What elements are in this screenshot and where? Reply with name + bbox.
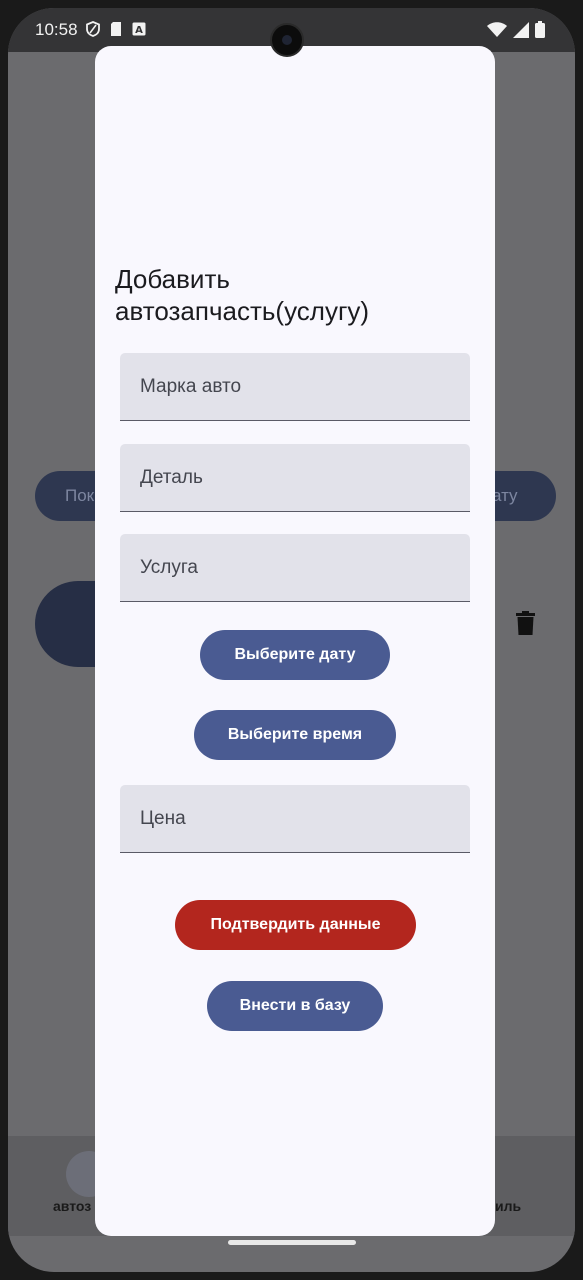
gesture-nav-bar[interactable] — [228, 1240, 356, 1245]
sd-card-icon — [111, 22, 121, 36]
svg-text:A: A — [135, 25, 143, 36]
status-time: 10:58 — [35, 20, 78, 39]
service-input[interactable] — [120, 534, 470, 601]
background-left-button-label: Пок — [65, 486, 95, 505]
part-field[interactable] — [120, 444, 470, 512]
dialog-title: Добавить автозапчасть(услугу) — [115, 264, 370, 326]
font-icon: A — [132, 22, 146, 36]
choose-time-button[interactable]: Выберите время — [194, 710, 396, 760]
status-icons-right — [487, 21, 545, 38]
wifi-icon — [487, 21, 507, 37]
phone-screen: 10:58 A Пок ату автоз иль Добавить автоз… — [8, 8, 575, 1272]
car-brand-field[interactable] — [120, 353, 470, 421]
background-right-button-label: ату — [492, 486, 518, 505]
service-field[interactable] — [120, 534, 470, 602]
add-to-database-button[interactable]: Внести в базу — [207, 981, 383, 1031]
price-input[interactable] — [120, 785, 470, 852]
signal-icon — [513, 21, 529, 38]
car-brand-input[interactable] — [120, 353, 470, 420]
battery-icon — [535, 21, 545, 38]
price-field[interactable] — [120, 785, 470, 853]
status-icons-left: A — [86, 21, 146, 37]
front-camera — [270, 23, 304, 57]
background-nav-label-left: автоз — [53, 1198, 92, 1214]
trash-icon — [516, 611, 535, 635]
background-nav-label-right: иль — [495, 1198, 522, 1214]
part-input[interactable] — [120, 444, 470, 511]
choose-date-button[interactable]: Выберите дату — [200, 630, 390, 680]
shield-icon — [86, 21, 100, 37]
add-part-dialog: Добавить автозапчасть(услугу) Выберите д… — [95, 46, 495, 1236]
confirm-data-button[interactable]: Подтвердить данные — [175, 900, 416, 950]
